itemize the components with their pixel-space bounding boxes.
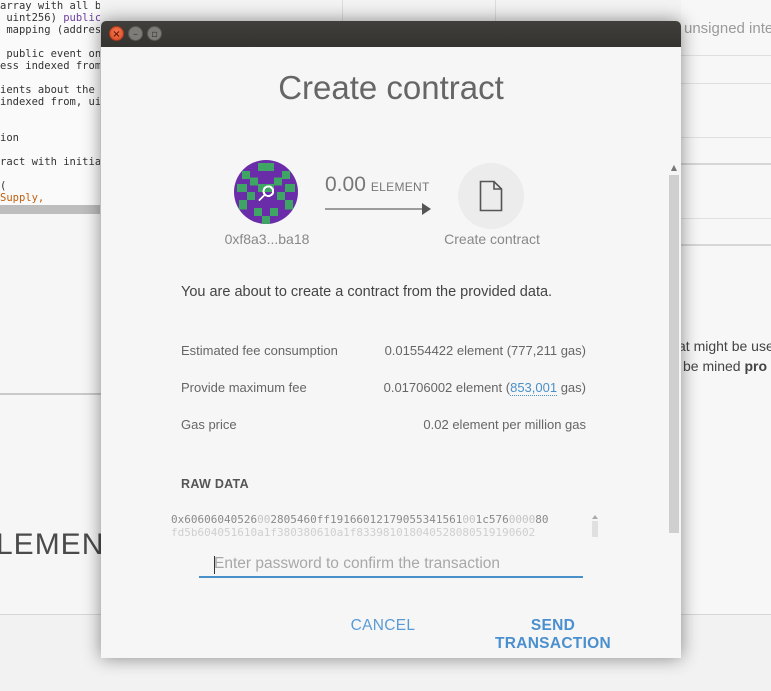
code-token: mapping (address <box>0 24 100 36</box>
background-text: unsigned inte <box>684 20 771 37</box>
code-token: ients about the a <box>0 84 100 96</box>
background-text-part: be mined <box>683 358 745 374</box>
document-icon <box>479 180 503 212</box>
background-code-editor: array with all balances uint256) public … <box>0 0 100 205</box>
minimize-icon[interactable]: – <box>128 26 143 41</box>
background-divider <box>681 83 771 84</box>
code-line: Supply, <box>0 192 100 204</box>
code-token: public event on <box>0 48 100 60</box>
raw-data-label: RAW DATA <box>181 477 249 491</box>
code-line: array with all balances <box>0 0 100 12</box>
create-contract-window: × – ▫ Create contract 0xf8a3...ba18 0.00… <box>101 21 681 658</box>
amount-value: 0.00 <box>325 173 366 196</box>
fee-value: 0.01554422 element (777,211 gas) <box>384 343 586 358</box>
max-fee-value-prefix: 0.01706002 element ( <box>383 380 511 395</box>
max-fee-value: 0.01706002 element (853,001 gas) <box>383 380 586 396</box>
code-line: mapping (address <box>0 24 100 36</box>
code-line: ess indexed from, <box>0 60 100 72</box>
fee-label: Estimated fee consumption <box>181 343 338 358</box>
description-text: You are about to create a contract from … <box>181 284 553 300</box>
code-line: indexed from, uin <box>0 96 100 108</box>
raw-data-segment: 00 <box>257 513 271 526</box>
raw-data-field[interactable]: 0x60606040526002805460ff1916601217905534… <box>171 513 575 537</box>
background-divider <box>0 393 101 395</box>
window-titlebar[interactable]: × – ▫ <box>101 21 681 47</box>
raw-data-line: fd5b604051610a1f380380610a1f833981018040… <box>171 526 536 537</box>
gas-price-label: Gas price <box>181 417 237 432</box>
code-token: Supply, <box>0 192 45 204</box>
identicon-icon <box>234 160 298 224</box>
code-token: uint256) <box>0 12 64 24</box>
code-line: ract with initial <box>0 156 100 168</box>
maximize-icon[interactable]: ▫ <box>147 26 162 41</box>
gas-price-value: 0.02 element per million gas <box>423 417 586 432</box>
code-token: array with all balances <box>0 0 100 12</box>
max-fee-value-suffix: gas) <box>557 380 586 395</box>
code-token: ( <box>0 180 7 192</box>
from-address: 0xf8a3...ba18 <box>224 231 310 247</box>
code-token: ess indexed from, <box>0 60 100 72</box>
dialog-title: Create contract <box>278 69 504 106</box>
raw-data-line: 0x60606040526002805460ff1916601217905534… <box>171 513 575 526</box>
code-line: uint256) public b...f <box>0 12 100 24</box>
code-line: ion <box>0 132 100 144</box>
background-code-scrollbar[interactable] <box>0 205 100 214</box>
background-divider <box>495 0 496 21</box>
scroll-up-icon[interactable]: ▲ <box>669 163 679 173</box>
raw-data-segment: 1c576 <box>475 513 509 526</box>
arrow-right-icon <box>325 203 431 215</box>
code-token: indexed from, uin <box>0 96 100 108</box>
close-icon[interactable]: × <box>109 26 124 41</box>
max-fee-label: Provide maximum fee <box>181 380 307 395</box>
background-divider <box>681 244 771 246</box>
raw-data-segment: 0000 <box>508 513 536 526</box>
dialog-scrollbar[interactable]: ▲ <box>667 163 679 533</box>
code-token: ion <box>0 132 19 144</box>
background-divider <box>342 0 343 21</box>
to-label: Create contract <box>444 231 540 247</box>
text-cursor <box>214 556 215 574</box>
background-divider <box>681 218 771 219</box>
amount-display: 0.00 ELEMENT <box>325 173 435 197</box>
send-transaction-button[interactable]: SEND TRANSACTION <box>473 617 633 653</box>
background-text-bold: pro <box>744 358 768 374</box>
raw-data-segment: 80 <box>535 513 549 526</box>
identicon-avatar <box>234 160 298 224</box>
code-line: public event on <box>0 48 100 60</box>
code-token: public <box>63 12 100 24</box>
background-divider <box>681 55 771 56</box>
background-text: be mined pro <box>683 358 767 374</box>
code-token: ract with initial <box>0 156 100 168</box>
background-divider <box>681 137 771 138</box>
cancel-button[interactable]: CANCEL <box>343 617 423 635</box>
code-line: ( <box>0 180 100 192</box>
code-line: ients about the a <box>0 84 100 96</box>
gas-amount-link[interactable]: 853,001 <box>510 380 558 396</box>
amount-unit: ELEMENT <box>370 180 430 194</box>
raw-data-scrollbar[interactable] <box>591 515 599 537</box>
raw-data-segment: 2805460ff19166012179055341561 <box>270 513 463 526</box>
scrollbar-thumb[interactable] <box>669 175 679 533</box>
raw-data-segment: 0x60606040526 <box>171 513 258 526</box>
background-text: at might be use <box>678 338 771 354</box>
contract-target <box>458 163 524 229</box>
background-divider <box>681 163 771 165</box>
raw-data-segment: 00 <box>462 513 476 526</box>
password-input[interactable] <box>199 551 583 578</box>
